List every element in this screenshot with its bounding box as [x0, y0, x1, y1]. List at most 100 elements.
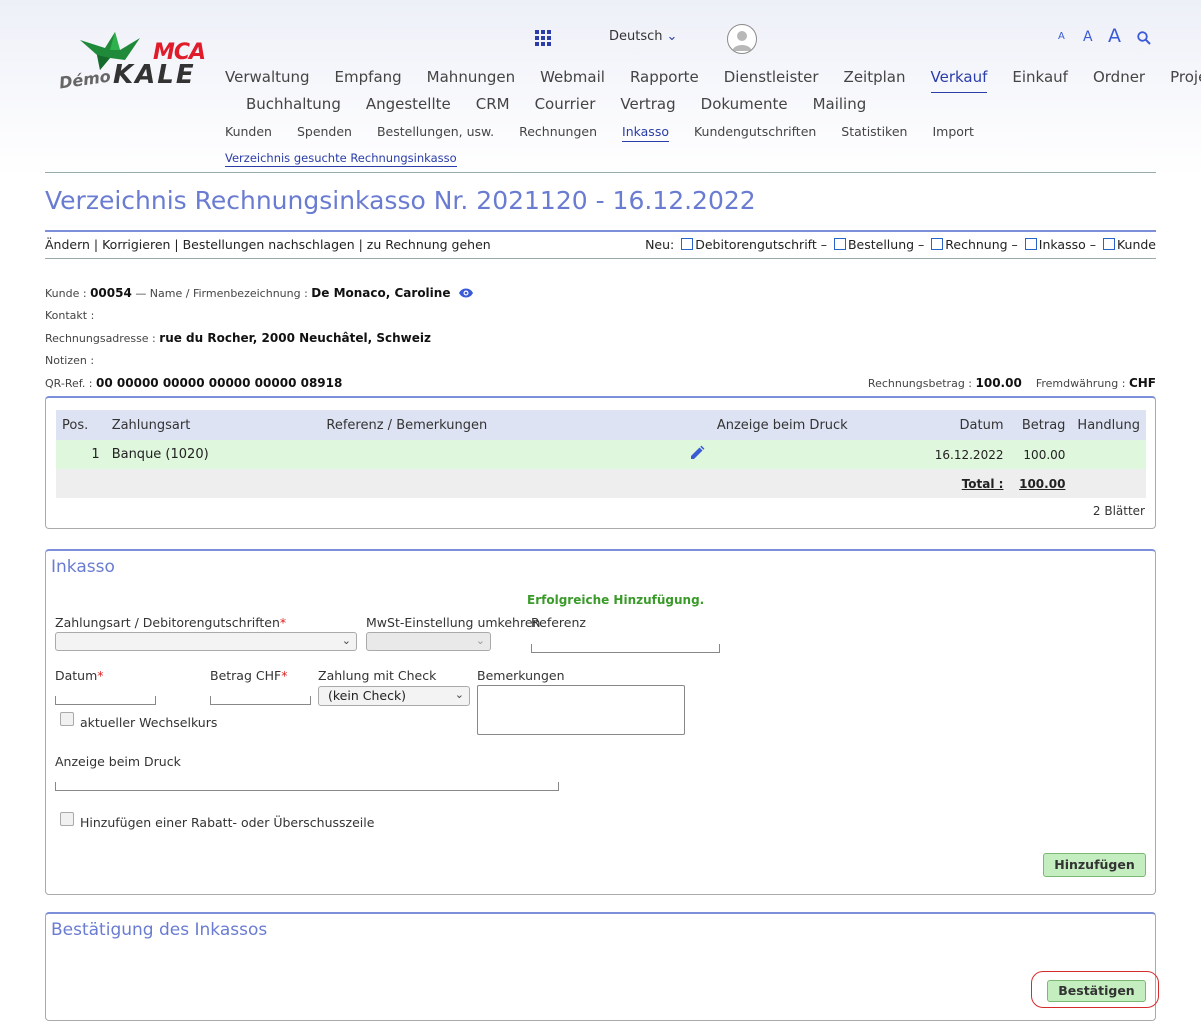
- sub-navigation: Kunden Spenden Bestellungen, usw. Rechnu…: [225, 123, 995, 142]
- col-datum: Datum: [928, 410, 1010, 440]
- success-message: Erfolgreiche Hinzufügung.: [527, 593, 705, 607]
- nav-dokumente[interactable]: Dokumente: [701, 93, 788, 119]
- nav-buchhaltung[interactable]: Buchhaltung: [246, 93, 341, 119]
- nav-projekte[interactable]: Projekte: [1170, 66, 1201, 92]
- chevron-down-icon: ⌄: [341, 634, 351, 647]
- kontakt-label: Kontakt :: [45, 309, 95, 322]
- referenz-input[interactable]: [531, 644, 720, 653]
- bemerkungen-label: Bemerkungen: [477, 668, 565, 683]
- neu-bestellung-link[interactable]: Bestellung: [848, 237, 914, 252]
- neu-kunde-link[interactable]: Kunde: [1117, 237, 1156, 252]
- nav-webmail[interactable]: Webmail: [540, 66, 605, 92]
- anzeige-input[interactable]: [55, 782, 559, 791]
- external-link-icon: [1102, 238, 1115, 250]
- col-handlung: Handlung: [1071, 410, 1146, 440]
- col-referenz: Referenz / Bemerkungen: [320, 410, 711, 440]
- search-icon[interactable]: [1137, 30, 1151, 49]
- nav-mailing[interactable]: Mailing: [813, 93, 867, 119]
- eye-icon[interactable]: [458, 287, 474, 302]
- subnav-rechnungen[interactable]: Rechnungen: [519, 123, 597, 141]
- qr-label: QR-Ref. :: [45, 377, 93, 390]
- edit-pencil-icon[interactable]: [689, 445, 705, 465]
- nav-angestellte[interactable]: Angestellte: [366, 93, 451, 119]
- qr-value: 00 00000 00000 00000 00000 08918: [96, 376, 343, 390]
- check-label: Zahlung mit Check: [318, 668, 437, 683]
- check-select-value: (kein Check): [328, 688, 407, 703]
- payments-table: Pos. Zahlungsart Referenz / Bemerkungen …: [56, 410, 1146, 498]
- confirm-button-highlight: [1031, 971, 1159, 1008]
- cell-anzeige: [710, 440, 929, 469]
- cell-pos: 1: [56, 440, 106, 469]
- neu-rechnung-link[interactable]: Rechnung: [945, 237, 1007, 252]
- external-link-icon: [833, 238, 846, 250]
- betrag-input[interactable]: [210, 696, 311, 705]
- nav-verkauf[interactable]: Verkauf: [930, 66, 988, 93]
- record-actions[interactable]: Ändern | Korrigieren | Bestellungen nach…: [45, 237, 491, 252]
- rabatt-checkbox[interactable]: [60, 812, 74, 826]
- mwst-select[interactable]: ⌄: [366, 632, 491, 651]
- subsub-nav-verzeichnis[interactable]: Verzeichnis gesuchte Rechnungsinkasso: [225, 150, 457, 167]
- logo-prefix: Démo: [57, 66, 112, 93]
- table-row[interactable]: 1 Banque (1020) 16.12.2022 100.00: [56, 440, 1146, 469]
- kunde-label: Kunde :: [45, 287, 87, 300]
- rabatt-label: Hinzufügen einer Rabatt- oder Überschuss…: [80, 815, 375, 830]
- zahlungsart-select[interactable]: ⌄: [55, 632, 357, 651]
- neu-inkasso-link[interactable]: Inkasso: [1039, 237, 1086, 252]
- nav-rapporte[interactable]: Rapporte: [630, 66, 699, 92]
- nav-crm[interactable]: CRM: [476, 93, 510, 119]
- nav-zeitplan[interactable]: Zeitplan: [844, 66, 906, 92]
- app-logo[interactable]: MCA KALE Démo: [55, 30, 215, 100]
- confirm-title: Bestätigung des Inkassos: [51, 920, 268, 940]
- nav-verwaltung[interactable]: Verwaltung: [225, 66, 310, 92]
- wechselkurs-checkbox[interactable]: [60, 712, 74, 726]
- fremdwaehrung-value: CHF: [1128, 376, 1156, 390]
- cell-referenz: [320, 440, 711, 469]
- nav-vertrag[interactable]: Vertrag: [620, 93, 675, 119]
- col-betrag: Betrag: [1009, 410, 1072, 440]
- nav-empfang[interactable]: Empfang: [335, 66, 402, 92]
- nav-einkauf[interactable]: Einkauf: [1012, 66, 1068, 92]
- chevron-down-icon: ⌄: [475, 634, 485, 647]
- main-navigation: Verwaltung Empfang Mahnungen Webmail Rap…: [225, 66, 1201, 119]
- notizen-line: Notizen :: [45, 354, 94, 367]
- nav-courrier[interactable]: Courrier: [535, 93, 596, 119]
- adresse-value: rue du Rocher, 2000 Neuchâtel, Schweiz: [159, 331, 431, 345]
- subnav-spenden[interactable]: Spenden: [297, 123, 352, 141]
- pages-count: 2 Blätter: [1092, 504, 1145, 518]
- subnav-inkasso[interactable]: Inkasso: [622, 123, 669, 142]
- add-button[interactable]: Hinzufügen: [1043, 853, 1146, 877]
- font-size-medium-button[interactable]: A: [1083, 29, 1093, 45]
- bemerkungen-textarea[interactable]: [477, 685, 685, 735]
- nav-ordner[interactable]: Ordner: [1093, 66, 1145, 92]
- subnav-bestellungen[interactable]: Bestellungen, usw.: [377, 123, 494, 141]
- language-select[interactable]: Deutsch ⌄: [609, 29, 677, 44]
- subnav-statistiken[interactable]: Statistiken: [841, 123, 907, 141]
- user-avatar-icon[interactable]: [727, 24, 757, 54]
- apps-grid-icon[interactable]: [535, 30, 551, 50]
- wechselkurs-label: aktueller Wechselkurs: [80, 715, 218, 730]
- nav-dienstleister[interactable]: Dienstleister: [724, 66, 819, 92]
- kontakt-line: Kontakt :: [45, 309, 94, 322]
- cell-datum: 16.12.2022: [928, 440, 1010, 469]
- subnav-import[interactable]: Import: [932, 123, 974, 141]
- rechnungsbetrag-value: 100.00: [975, 376, 1022, 390]
- name-value: De Monaco, Caroline: [311, 286, 451, 300]
- zahlungsart-label: Zahlungsart / Debitorengutschriften*: [55, 615, 286, 630]
- font-size-small-button[interactable]: A: [1058, 31, 1065, 42]
- datum-input[interactable]: [55, 696, 156, 705]
- font-size-large-button[interactable]: A: [1108, 25, 1121, 47]
- col-zahlungsart: Zahlungsart: [105, 410, 321, 440]
- notizen-label: Notizen :: [45, 354, 95, 367]
- subnav-kunden[interactable]: Kunden: [225, 123, 272, 141]
- anzeige-label: Anzeige beim Druck: [55, 754, 181, 769]
- neu-debitorengutschrift-link[interactable]: Debitorengutschrift: [695, 237, 817, 252]
- subnav-kundengutschriften[interactable]: Kundengutschriften: [694, 123, 816, 141]
- referenz-label: Referenz: [531, 615, 586, 630]
- check-select[interactable]: (kein Check) ⌄: [318, 686, 470, 706]
- col-pos: Pos.: [56, 410, 106, 440]
- amount-line: Rechnungsbetrag : 100.00 Fremdwährung : …: [868, 376, 1156, 390]
- mwst-label: MwSt-Einstellung umkehren: [366, 615, 541, 630]
- nav-mahnungen[interactable]: Mahnungen: [427, 66, 515, 92]
- total-value: 100.00: [1009, 469, 1072, 498]
- payments-panel: Pos. Zahlungsart Referenz / Bemerkungen …: [45, 396, 1156, 529]
